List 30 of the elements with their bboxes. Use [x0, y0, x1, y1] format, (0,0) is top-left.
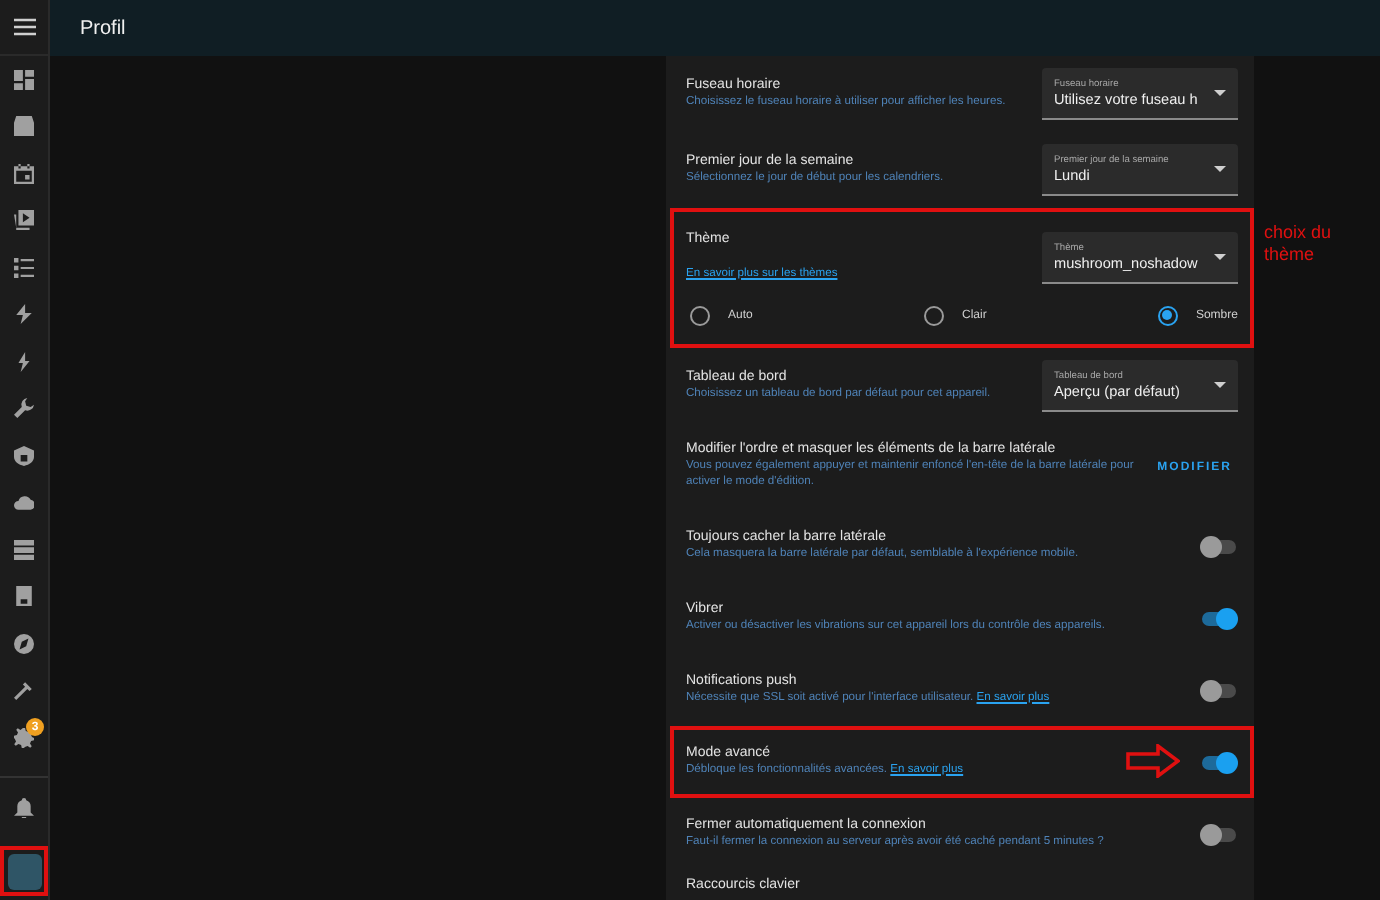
- server-icon[interactable]: [14, 539, 34, 560]
- toggle-switch[interactable]: [1200, 823, 1238, 845]
- annotation-note: choix du thème: [1264, 222, 1334, 267]
- grid-icon[interactable]: [14, 69, 34, 90]
- media-icon[interactable]: [14, 210, 34, 231]
- list-icon[interactable]: [14, 257, 34, 278]
- radio-button[interactable]: [690, 305, 710, 325]
- radio-button[interactable]: [1157, 305, 1178, 325]
- wrench-icon[interactable]: [14, 398, 34, 419]
- hammer-icon[interactable]: [14, 680, 34, 701]
- bell-icon[interactable]: [14, 798, 34, 819]
- caret-icon: [1214, 89, 1226, 97]
- cloud-icon[interactable]: [14, 492, 34, 513]
- toggle-switch[interactable]: [1200, 679, 1238, 701]
- toggle-switch[interactable]: [1200, 751, 1238, 773]
- gear-icon[interactable]: [14, 727, 34, 748]
- menu-icon[interactable]: [13, 18, 35, 36]
- calendar-icon[interactable]: [14, 163, 34, 184]
- shield-icon[interactable]: [14, 445, 34, 466]
- cabinet-icon[interactable]: [14, 116, 34, 137]
- radio-button[interactable]: [923, 305, 944, 325]
- page-title: Profil: [80, 17, 126, 39]
- toggle-switch[interactable]: [1200, 535, 1238, 557]
- compass-icon[interactable]: [14, 633, 34, 654]
- caret-icon: [1214, 381, 1226, 389]
- lightning-icon[interactable]: [14, 304, 34, 325]
- caret-icon: [1214, 253, 1226, 261]
- toggle-switch[interactable]: [1200, 607, 1238, 629]
- caret-icon: [1214, 165, 1226, 173]
- lightning-icon[interactable]: [14, 351, 34, 372]
